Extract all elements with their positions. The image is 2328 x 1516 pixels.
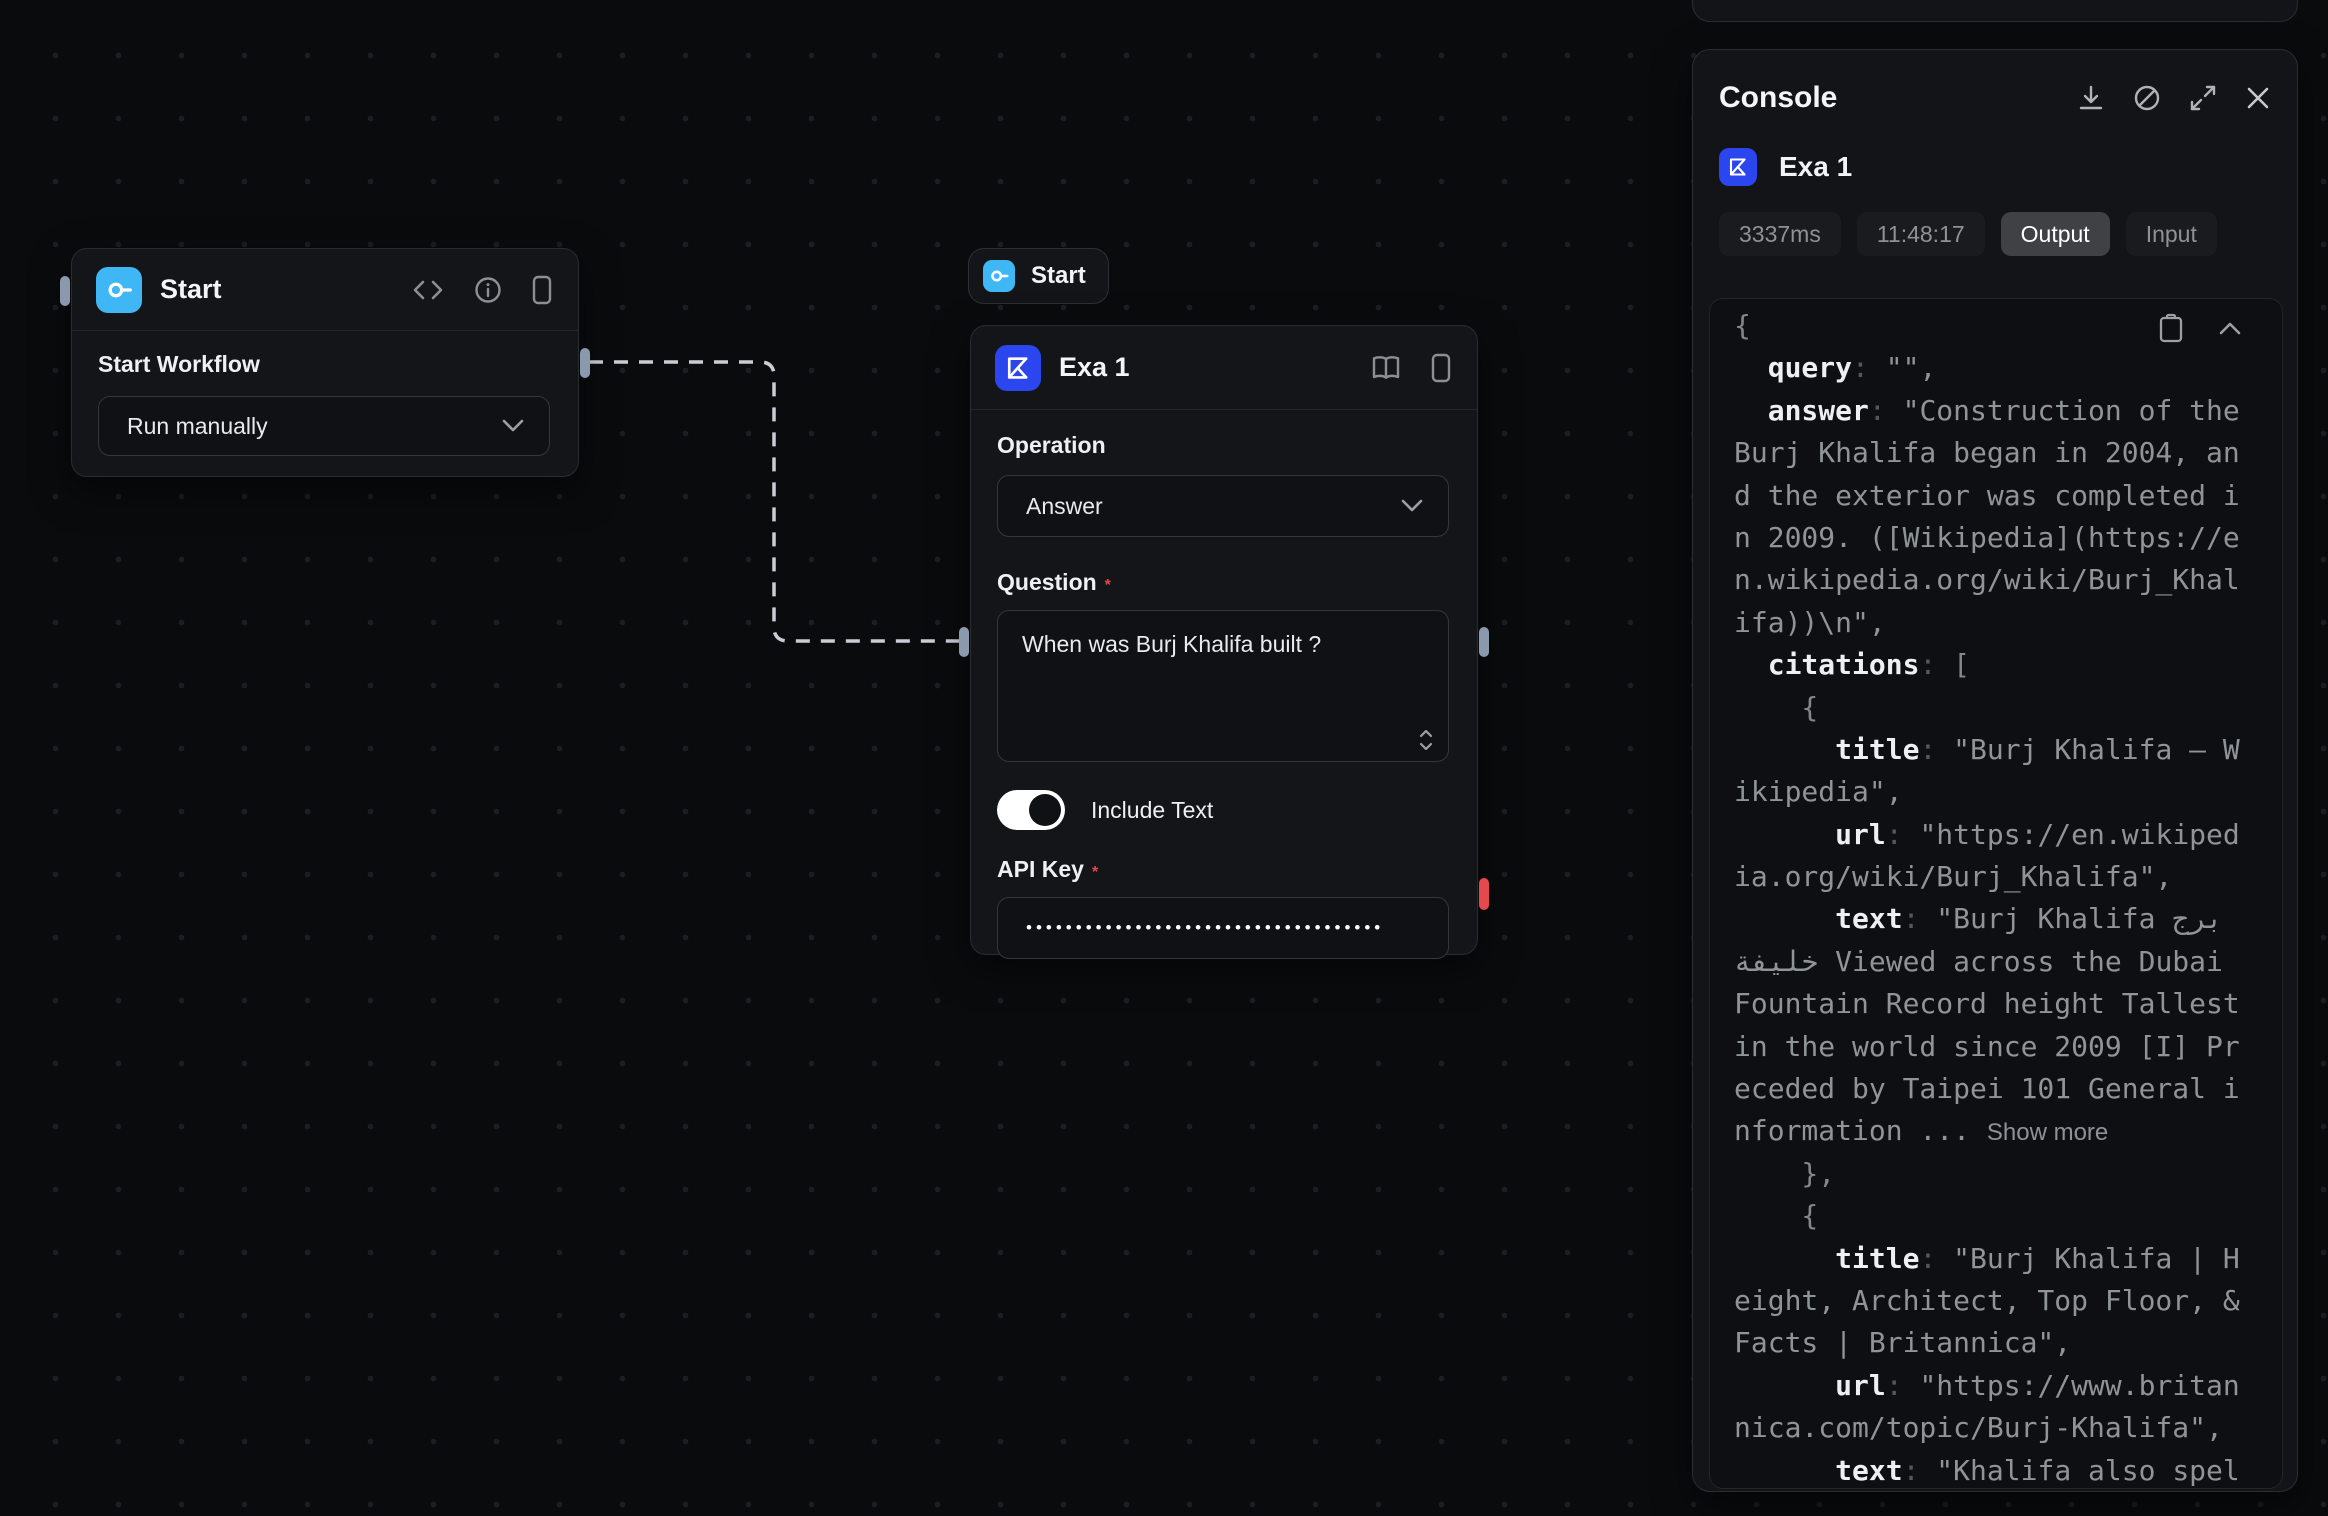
console-exa-icon: [1719, 148, 1757, 186]
collapse-chevron-up-icon[interactable]: [2218, 321, 2242, 335]
console-title: Console: [1719, 81, 2077, 115]
exa-logo-icon: [1726, 155, 1750, 179]
start-node-header: Start: [72, 249, 578, 331]
device-icon[interactable]: [1431, 353, 1451, 383]
code-line: title: "Burj Khalifa – W: [1734, 729, 2282, 771]
question-label: Question: [997, 569, 1097, 595]
code-line: url: "https://www.britan: [1734, 1365, 2282, 1407]
download-icon[interactable]: [2077, 84, 2105, 112]
code-line: url: "https://en.wikiped: [1734, 814, 2282, 856]
exa-start-pill-label: Start: [1031, 262, 1086, 290]
info-icon[interactable]: [474, 276, 502, 304]
code-line: in the world since 2009 [I] Pr: [1734, 1026, 2282, 1068]
console-output-panel[interactable]: { query: "", answer: "Construction of th…: [1709, 298, 2283, 1489]
api-key-masked-value: ••••••••••••••••••••••••••••••••••••: [1026, 918, 1384, 938]
console-panel: Console Exa 1 33: [1692, 49, 2298, 1492]
run-mode-select[interactable]: Run manually: [98, 396, 550, 456]
code-line: d the exterior was completed i: [1734, 475, 2282, 517]
code-line: },: [1734, 1153, 2282, 1195]
exa-node-error-handle[interactable]: [1479, 878, 1489, 910]
start-node-input-handle[interactable]: [60, 276, 70, 306]
start-node-output-handle[interactable]: [580, 348, 590, 378]
start-node[interactable]: Start Start Workflow Run manually: [71, 248, 579, 477]
resize-handle-icon[interactable]: [1418, 729, 1434, 751]
show-more-link[interactable]: Show more: [1987, 1119, 2108, 1146]
start-icon: [104, 275, 134, 305]
expand-icon[interactable]: [2189, 84, 2217, 112]
code-line: n.wikipedia.org/wiki/Burj_Khal: [1734, 559, 2282, 601]
node-title: Start: [160, 274, 394, 305]
close-icon[interactable]: [2245, 85, 2271, 111]
code-line: Burj Khalifa began in 2004, an: [1734, 432, 2282, 474]
operation-label: Operation: [997, 432, 1449, 459]
code-line: text: "Khalifa also spel: [1734, 1450, 2282, 1489]
code-line: title: "Burj Khalifa | H: [1734, 1238, 2282, 1280]
console-output-json: { query: "", answer: "Construction of th…: [1734, 305, 2282, 1489]
exa-node-icon: [995, 345, 1041, 391]
code-line: Fountain Record height Tallest: [1734, 983, 2282, 1025]
exa-logo-icon: [1003, 353, 1033, 383]
node-title: Exa 1: [1059, 352, 1353, 383]
workflow-canvas[interactable]: { "canvas": { "start_node": { "title": "…: [0, 0, 2328, 1516]
code-line: n 2009. ([Wikipedia](https://e: [1734, 517, 2282, 559]
console-node-title: Exa 1: [1779, 151, 1852, 183]
chevron-down-icon: [501, 419, 525, 433]
code-line: eight, Architect, Top Floor, &: [1734, 1280, 2282, 1322]
code-line: nica.com/topic/Burj-Khalifa",: [1734, 1407, 2282, 1449]
exa-node-header: Exa 1: [971, 326, 1477, 410]
include-text-label: Include Text: [1091, 797, 1213, 824]
exa-node-input-handle[interactable]: [959, 627, 969, 657]
code-line: text: "Burj Khalifa برج: [1734, 898, 2282, 940]
code-line: Facts | Britannica",: [1734, 1322, 2282, 1364]
device-icon[interactable]: [532, 275, 552, 305]
required-marker: *: [1092, 864, 1098, 881]
operation-select[interactable]: Answer: [997, 475, 1449, 537]
top-panel-cutoff: [1692, 0, 2298, 22]
code-line: eceded by Taipei 101 General i: [1734, 1068, 2282, 1110]
run-mode-value: Run manually: [127, 413, 268, 440]
exa-start-pill[interactable]: Start: [968, 248, 1109, 304]
code-line: nformation ... Show more: [1734, 1110, 2282, 1152]
start-workflow-label: Start Workflow: [98, 351, 550, 378]
code-line: query: "",: [1734, 347, 2282, 389]
required-marker: *: [1105, 577, 1111, 594]
code-line: ikipedia",: [1734, 771, 2282, 813]
code-icon[interactable]: [412, 277, 444, 303]
include-text-toggle[interactable]: [997, 790, 1065, 830]
exa-node[interactable]: Exa 1 Operation Answer Question * When wa…: [970, 325, 1478, 955]
duration-badge: 3337ms: [1719, 212, 1841, 256]
code-line: answer: "Construction of the: [1734, 390, 2282, 432]
tab-input[interactable]: Input: [2126, 212, 2217, 256]
timestamp-badge: 11:48:17: [1857, 212, 1985, 256]
code-line: citations: [: [1734, 644, 2282, 686]
tab-output[interactable]: Output: [2001, 212, 2110, 256]
clear-circle-slash-icon[interactable]: [2133, 84, 2161, 112]
copy-clipboard-icon[interactable]: [2158, 313, 2184, 343]
api-key-input[interactable]: ••••••••••••••••••••••••••••••••••••: [997, 897, 1449, 959]
docs-book-icon[interactable]: [1371, 355, 1401, 381]
code-line: {: [1734, 1195, 2282, 1237]
code-line: ifa))\n",: [1734, 602, 2282, 644]
question-value: When was Burj Khalifa built ?: [1022, 631, 1321, 657]
code-line: ia.org/wiki/Burj_Khalifa",: [1734, 856, 2282, 898]
start-icon-small: [983, 260, 1015, 292]
exa-node-output-handle[interactable]: [1479, 627, 1489, 657]
start-node-icon: [96, 267, 142, 313]
operation-value: Answer: [1026, 493, 1103, 520]
api-key-label: API Key: [997, 856, 1084, 882]
question-textarea[interactable]: When was Burj Khalifa built ?: [997, 610, 1449, 762]
code-line: خليفة Viewed across the Dubai: [1734, 941, 2282, 983]
code-line: {: [1734, 687, 2282, 729]
chevron-down-icon: [1400, 499, 1424, 513]
